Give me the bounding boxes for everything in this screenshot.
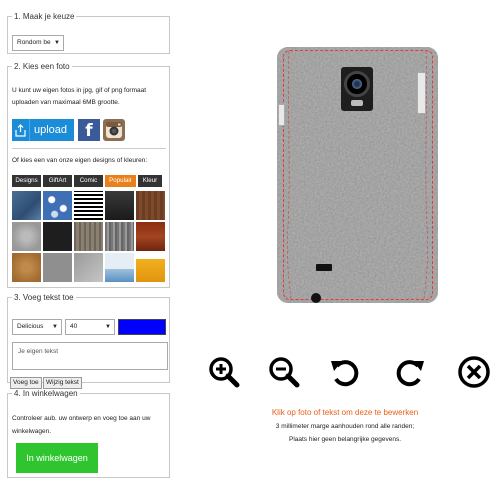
step4-legend: 4. In winkelwagen [14,389,78,398]
design-tile[interactable] [136,253,165,282]
info-hint: Plaats hier geen belangrijke gegevens. [288,436,402,443]
instagram-icon[interactable] [103,119,125,141]
step1-legend: 1. Maak je keuze [14,12,75,21]
tab-comic[interactable]: Comic [74,175,103,187]
edit-toolbar [207,355,497,391]
design-tile[interactable] [43,191,72,220]
design-tile[interactable] [105,191,134,220]
upload-intro-text: U kunt uw eigen fotos in jpg, gif of png… [12,87,147,106]
step2-panel: 2. Kies een foto U kunt uw eigen fotos i… [7,62,170,288]
step1-panel: 1. Maak je keuze Rondom be ▼ [7,12,170,54]
upload-button[interactable]: upload [12,119,74,141]
tab-kleur[interactable]: Kleur [138,175,162,187]
design-tile[interactable] [105,253,134,282]
custom-text-input[interactable]: Je eigen tekst [12,342,168,370]
add-to-cart-button[interactable]: In winkelwagen [16,443,98,473]
add-text-button[interactable]: Voeg toe [10,377,42,389]
step3-panel: 3. Voeg tekst toe Delicious ▼ 40 ▼ Je ei… [7,293,170,389]
design-tile[interactable] [43,253,72,282]
delete-icon[interactable] [457,355,491,389]
chevron-down-icon: ▼ [105,324,111,330]
side-button [278,104,285,126]
tab-designs[interactable]: Designs [12,175,41,187]
divider [12,148,166,149]
size-select[interactable]: 40 ▼ [65,319,115,335]
chevron-down-icon: ▼ [52,324,58,330]
cart-instructions: Controleer aub. uw ontwerp en voeg toe a… [12,415,151,435]
design-tabs: Designs GiftArt Comic Populair Kleur [12,175,162,187]
speaker-grille [316,264,332,271]
zoom-in-icon[interactable] [207,355,241,389]
upload-label: upload [34,124,68,136]
tab-populair[interactable]: Populair [105,175,136,187]
design-tile[interactable] [105,222,134,251]
camera-flash-icon [351,100,363,106]
own-designs-label: Of kies een van onze eigen designs of kl… [12,157,148,164]
step2-legend: 2. Kies een foto [14,62,70,71]
tab-giftart[interactable]: GiftArt [43,175,72,187]
text-color-picker[interactable] [118,319,166,335]
rotate-right-icon[interactable] [393,355,427,389]
volume-button [417,72,426,114]
chevron-down-icon: ▼ [54,40,60,46]
upload-icon [12,119,30,141]
design-tile[interactable] [12,191,41,220]
font-select[interactable]: Delicious ▼ [12,319,62,335]
model-select[interactable]: Rondom be ▼ [12,35,64,51]
design-tile[interactable] [12,253,41,282]
zoom-out-icon[interactable] [267,355,301,389]
headphone-jack [311,293,321,303]
camera-lens-icon [344,71,370,97]
design-tile[interactable] [136,222,165,251]
step3-legend: 3. Voeg tekst toe [14,293,74,302]
font-select-value: Delicious [17,323,44,330]
margin-hint: 3 millimeter marge aanhouden rond alle r… [275,423,415,430]
edit-hint: Klik op foto of tekst om deze te bewerke… [271,408,419,417]
design-tile[interactable] [74,222,103,251]
facebook-icon[interactable]: f [78,119,100,141]
design-tile[interactable] [43,222,72,251]
size-select-value: 40 [70,323,78,330]
design-tile[interactable] [136,191,165,220]
model-select-value: Rondom be [17,39,51,46]
design-tile[interactable] [74,191,103,220]
step4-panel: 4. In winkelwagen Controleer aub. uw ont… [7,389,170,478]
rotate-left-icon[interactable] [328,355,362,389]
edit-text-button[interactable]: Wijzig tekst [43,377,82,389]
custom-text-placeholder: Je eigen tekst [18,348,59,355]
design-grid [12,191,165,282]
design-tile[interactable] [74,253,103,282]
design-tile[interactable] [12,222,41,251]
